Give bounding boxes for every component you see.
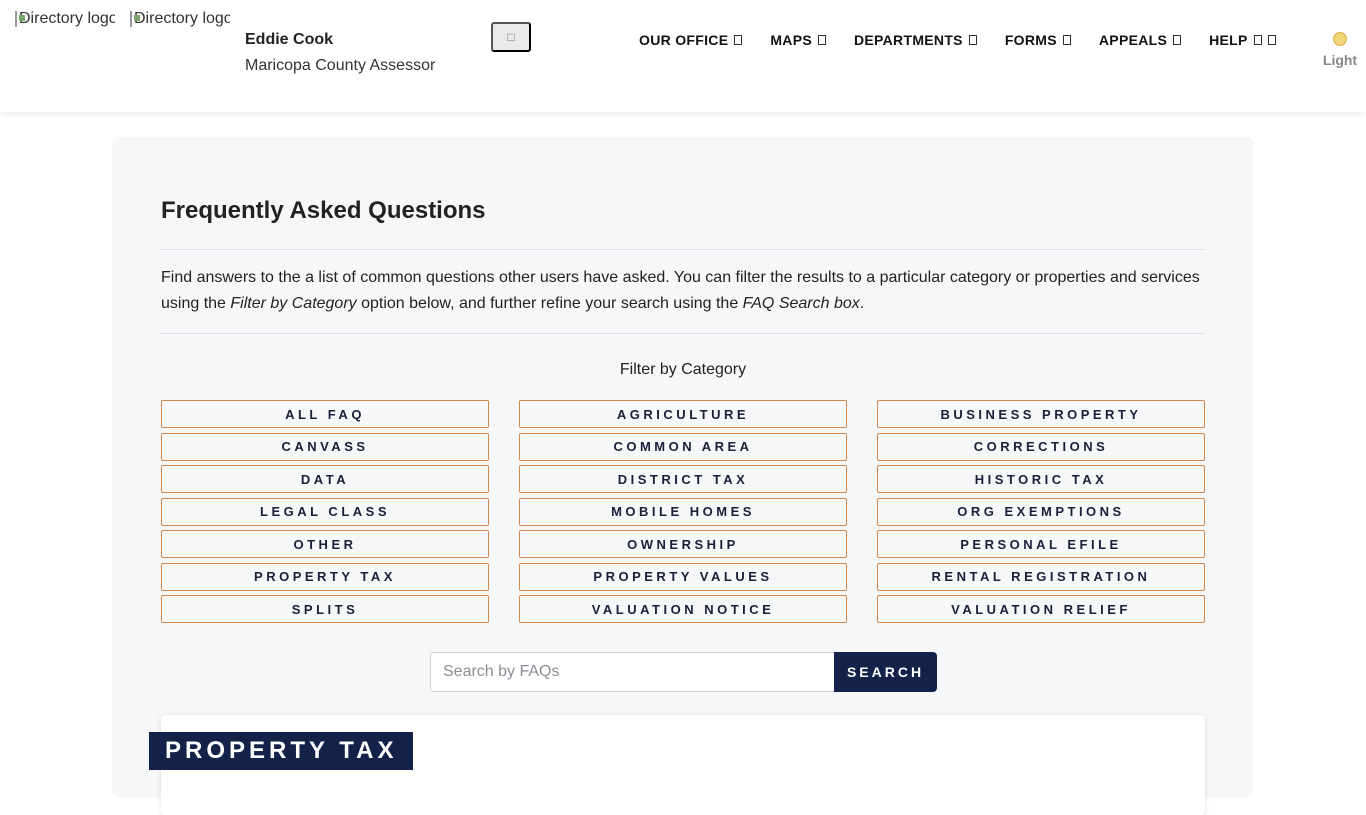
broken-image-icon: [130, 11, 140, 27]
category-button-legal-class[interactable]: LEGAL CLASS: [161, 497, 489, 526]
category-button-property-tax[interactable]: PROPERTY TAX: [161, 562, 489, 591]
theme-label: Light: [1322, 52, 1358, 68]
filter-label: Filter by Category: [619, 361, 747, 378]
category-button-canvass[interactable]: CANVASS: [161, 432, 489, 461]
sun-icon: [1333, 32, 1347, 46]
nav-maps[interactable]: MAPS: [770, 32, 826, 48]
category-button-ownership[interactable]: OWNERSHIP: [519, 530, 847, 558]
faq-panel: Frequently Asked Questions Find answers …: [112, 137, 1254, 815]
nav-help[interactable]: HELP: [1209, 32, 1276, 48]
chevron-down-icon: [968, 35, 977, 45]
assessor-title: Maricopa County Assessor: [245, 57, 436, 74]
nav-forms[interactable]: FORMS: [1005, 32, 1071, 48]
theme-toggle[interactable]: Light: [1318, 32, 1362, 68]
faq-search-input[interactable]: [430, 652, 834, 692]
category-button-valuation-notice[interactable]: VALUATION NOTICE: [519, 595, 847, 623]
intro-text: Find answers to the a list of common que…: [161, 265, 1211, 317]
section-title-property-tax: PROPERTY TAX: [149, 732, 414, 770]
chevron-down-icon: [734, 35, 743, 45]
category-button-other[interactable]: OTHER: [161, 530, 489, 558]
intro-emphasis-search: FAQ Search box: [742, 295, 860, 312]
chevron-down-icon: [1267, 35, 1276, 45]
divider: [161, 249, 1205, 250]
category-button-rental-registration[interactable]: RENTAL REGISTRATION: [877, 562, 1205, 591]
page-title: Frequently Asked Questions: [161, 197, 486, 224]
chevron-down-icon: [1173, 35, 1182, 45]
divider: [161, 333, 1205, 334]
help-icon: [1253, 35, 1262, 45]
intro-text-part: option below, and further refine your se…: [356, 295, 743, 312]
intro-text-part: .: [859, 295, 865, 312]
category-button-corrections[interactable]: CORRECTIONS: [877, 432, 1205, 461]
site-header: Directory logo Directory logo Eddie Cook…: [0, 0, 1366, 112]
chevron-down-icon: [818, 35, 826, 45]
nav-label: DEPARTMENTS: [854, 32, 963, 48]
faq-search: SEARCH: [430, 652, 937, 692]
nav-label: MAPS: [770, 32, 812, 48]
category-button-historic-tax[interactable]: HISTORIC TAX: [877, 465, 1205, 493]
category-button-business-property[interactable]: BUSINESS PROPERTY: [877, 400, 1205, 428]
directory-logo-secondary[interactable]: Directory logo: [130, 6, 230, 32]
logo-alt-text: Directory logo: [19, 10, 115, 27]
category-button-property-values[interactable]: PROPERTY VALUES: [519, 562, 847, 591]
category-button-data[interactable]: DATA: [161, 465, 489, 493]
category-button-personal-efile[interactable]: PERSONAL EFILE: [877, 530, 1205, 558]
nav-label: FORMS: [1004, 32, 1057, 48]
search-icon: □: [507, 30, 515, 44]
nav-our-office[interactable]: OUR OFFICE: [639, 32, 743, 48]
nav-departments[interactable]: DEPARTMENTS: [854, 32, 977, 48]
category-grid: ALL FAQ AGRICULTURE BUSINESS PROPERTY CANVA…: [161, 400, 1205, 623]
assessor-name: Eddie Cook: [245, 31, 334, 48]
directory-logo[interactable]: Directory logo: [15, 6, 115, 32]
chevron-down-icon: [1062, 35, 1071, 45]
category-button-agriculture[interactable]: AGRICULTURE: [519, 400, 847, 428]
broken-image-icon: [15, 11, 25, 27]
search-button[interactable]: SEARCH: [834, 652, 937, 692]
main-nav: OUR OFFICE MAPS DEPARTMENTS FORMS APPEAL…: [639, 32, 1276, 48]
category-button-mobile-homes[interactable]: MOBILE HOMES: [519, 497, 847, 526]
category-button-district-tax[interactable]: DISTRICT TAX: [519, 465, 847, 493]
category-button-org-exemptions[interactable]: ORG EXEMPTIONS: [877, 497, 1205, 526]
nav-appeals[interactable]: APPEALS: [1098, 32, 1182, 48]
category-button-common-area[interactable]: COMMON AREA: [519, 432, 847, 461]
nav-label: HELP: [1209, 32, 1248, 48]
category-button-valuation-relief[interactable]: VALUATION RELIEF: [877, 595, 1205, 623]
intro-emphasis-filter: Filter by Category: [230, 295, 357, 312]
header-search-button[interactable]: □: [491, 22, 531, 52]
logo-alt-text: Directory logo: [134, 10, 230, 27]
category-button-all-faq[interactable]: ALL FAQ: [161, 400, 489, 428]
category-button-splits[interactable]: SPLITS: [161, 595, 489, 623]
nav-label: APPEALS: [1098, 32, 1168, 48]
nav-label: OUR OFFICE: [639, 32, 729, 48]
